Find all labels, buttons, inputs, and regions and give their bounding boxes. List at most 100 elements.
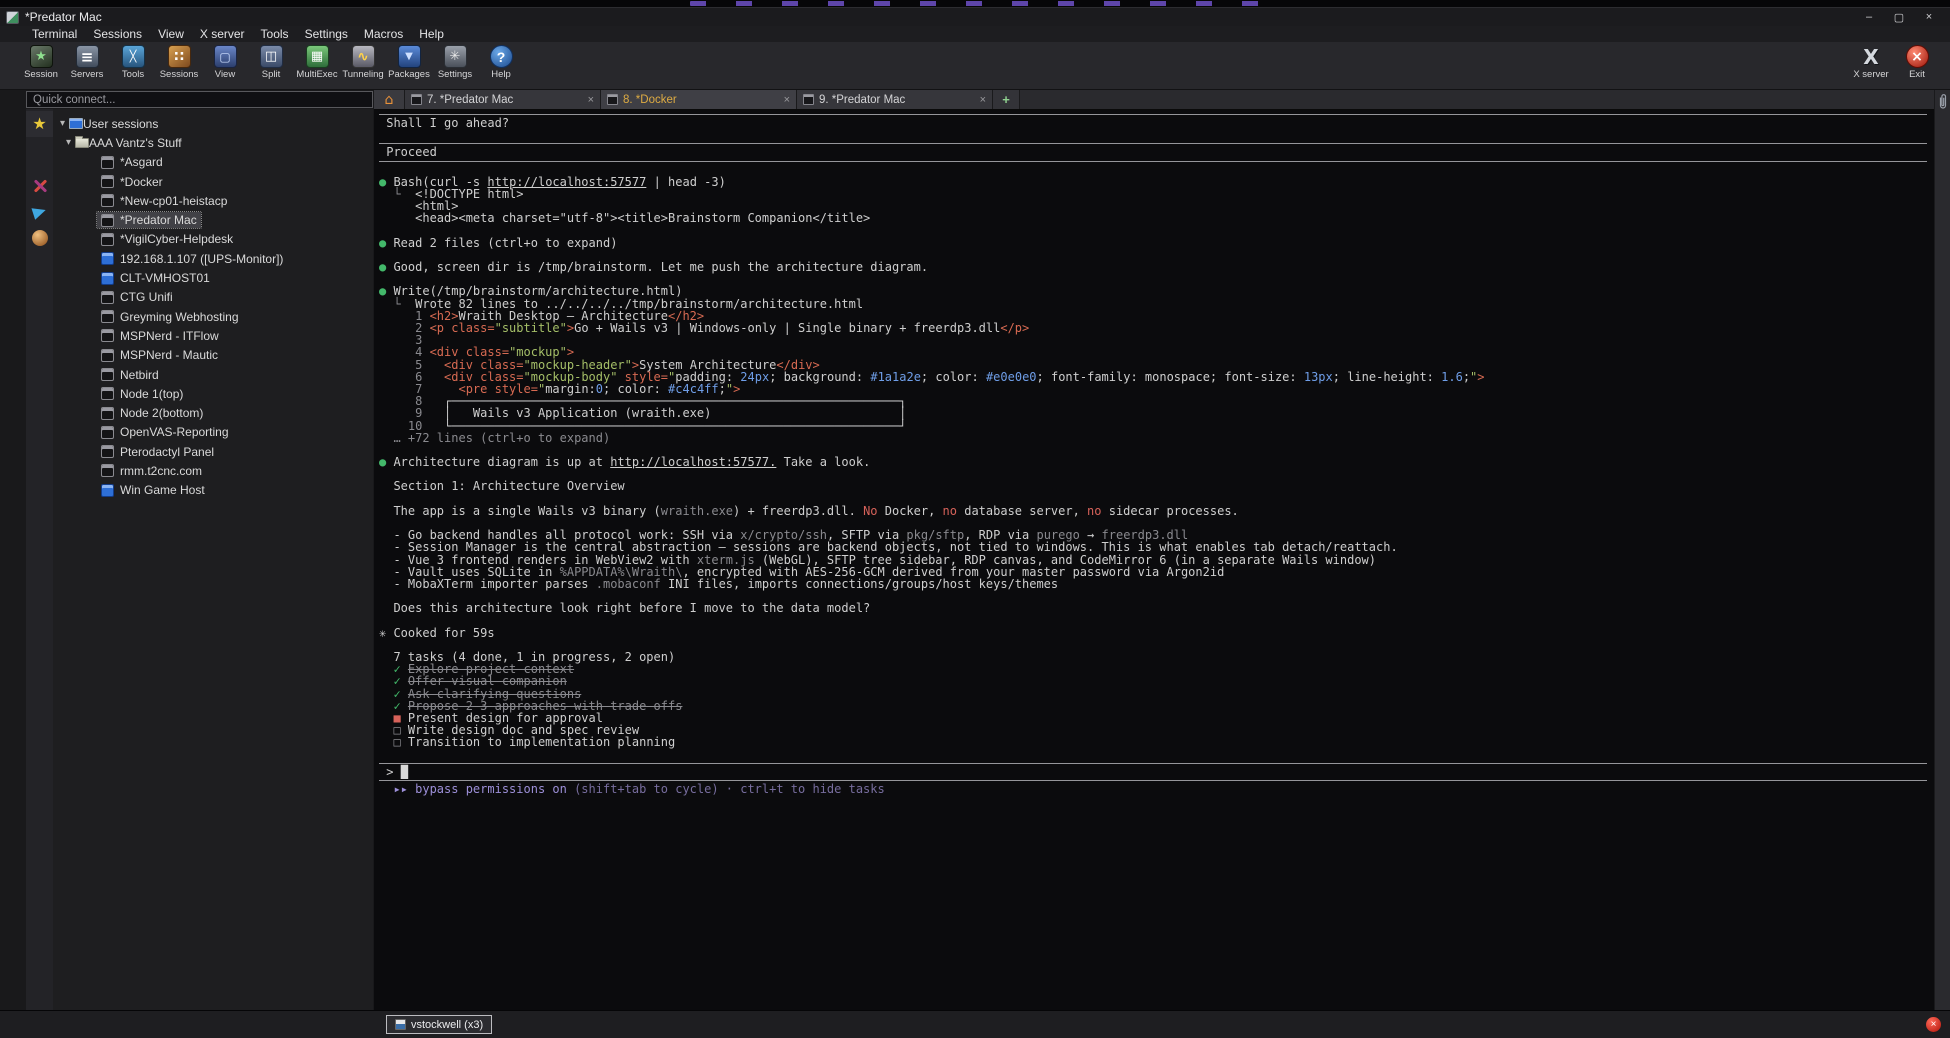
toolbar-x-server-button[interactable]: X server <box>1848 44 1894 80</box>
session-item-clt-vmhost01[interactable]: CLT-VMHOST01 <box>53 268 373 287</box>
toolbar-multiexec-button[interactable]: MultiExec <box>294 44 340 80</box>
close-button[interactable]: × <box>1914 8 1944 26</box>
rail-send-button[interactable] <box>26 199 53 225</box>
toolbar-packages-button[interactable]: Packages <box>386 44 432 80</box>
minimize-button[interactable]: – <box>1854 8 1884 26</box>
terminal-rule <box>379 141 1929 146</box>
menu-item-sessions[interactable]: Sessions <box>85 26 150 42</box>
terminal-session-icon <box>101 368 114 381</box>
toolbar-help-button[interactable]: Help <box>478 44 524 80</box>
maximize-button[interactable]: ▢ <box>1884 8 1914 26</box>
toolbar-servers-button[interactable]: Servers <box>64 44 110 80</box>
menu-item-tools[interactable]: Tools <box>253 26 297 42</box>
rdp-session-icon <box>101 484 114 497</box>
session-item-label: Node 1(top) <box>120 387 183 401</box>
quick-connect-input[interactable] <box>26 91 373 108</box>
terminal-line: 7 tasks (4 done, 1 in progress, 2 open) <box>379 651 1929 663</box>
terminal-rule <box>379 761 1929 766</box>
session-item-openvas-reporting[interactable]: OpenVAS-Reporting <box>53 423 373 442</box>
session-item-rmm-t2cnc-com[interactable]: rmm.t2cnc.com <box>53 461 373 480</box>
terminal-line: 10 └────────────────────────────────────… <box>379 420 1929 432</box>
new-tab-button[interactable]: + <box>993 90 1020 109</box>
attachments-panel[interactable] <box>1934 90 1950 1010</box>
terminal-link[interactable]: http://localhost:57577. <box>610 455 776 469</box>
menu-item-help[interactable]: Help <box>411 26 452 42</box>
session-item-inner: *VigilCyber-Helpdesk <box>97 231 237 247</box>
menu-item-view[interactable]: View <box>150 26 192 42</box>
menu-item-x-server[interactable]: X server <box>192 26 253 42</box>
session-icon <box>30 45 53 68</box>
session-item-mspnerd-itflow[interactable]: MSPNerd - ITFlow <box>53 326 373 345</box>
menu-item-macros[interactable]: Macros <box>356 26 411 42</box>
tree-folder-aaa-vantz-s-stuff[interactable]: AAA Vantz's Stuff <box>53 133 373 152</box>
toolbar-tools-button[interactable]: Tools <box>110 44 156 80</box>
session-item-ctg-unifi[interactable]: CTG Unifi <box>53 288 373 307</box>
terminal-text: no <box>1087 504 1101 518</box>
terminal-line: ✓ Explore project context <box>379 663 1929 675</box>
bottom-bar: vstockwell (x3) <box>0 1010 1950 1038</box>
toolbar-split-button[interactable]: Split <box>248 44 294 80</box>
close-icon[interactable]: × <box>980 94 986 106</box>
terminal-tab-label: 9. *Predator Mac <box>819 94 905 106</box>
toolbar-session-button[interactable]: Session <box>18 44 64 80</box>
toolbar-sessions-button[interactable]: Sessions <box>156 44 202 80</box>
session-item-vigilcyber-helpdesk[interactable]: *VigilCyber-Helpdesk <box>53 230 373 249</box>
menu-item-terminal[interactable]: Terminal <box>24 26 85 42</box>
close-icon[interactable]: × <box>784 94 790 106</box>
toolbar-settings-button[interactable]: Settings <box>432 44 478 80</box>
terminal-line: Does this architecture look right before… <box>379 602 1929 614</box>
terminal-tab-9-predator-mac[interactable]: 9. *Predator Mac × <box>797 90 993 109</box>
session-item-192-168-1-107-ups-monitor[interactable]: 192.168.1.107 ([UPS-Monitor]) <box>53 249 373 268</box>
session-item-inner: Win Game Host <box>97 482 209 498</box>
session-item-new-cp01-heistacp[interactable]: *New-cp01-heistacp <box>53 191 373 210</box>
session-item-netbird[interactable]: Netbird <box>53 365 373 384</box>
session-item-greyming-webhosting[interactable]: Greyming Webhosting <box>53 307 373 326</box>
rail-tools-button[interactable] <box>26 173 53 199</box>
session-item-docker[interactable]: *Docker <box>53 172 373 191</box>
terminal-text: #e0e0e0 <box>986 370 1037 384</box>
session-item-mspnerd-mautic[interactable]: MSPNerd - Mautic <box>53 346 373 365</box>
session-item-label: 192.168.1.107 ([UPS-Monitor]) <box>120 252 283 266</box>
rail-globe-button[interactable] <box>26 225 53 251</box>
terminal-line: The app is a single Wails v3 binary (wra… <box>379 505 1929 517</box>
home-tab[interactable] <box>374 90 405 109</box>
terminal-line: <head><meta charset="utf-8"><title>Brain… <box>379 212 1929 224</box>
terminal-tab-icon <box>411 94 422 105</box>
session-item-node-1-top[interactable]: Node 1(top) <box>53 384 373 403</box>
title-bar[interactable]: *Predator Mac –▢× <box>0 8 1950 26</box>
rail-star-button[interactable] <box>26 111 53 137</box>
session-item-win-game-host[interactable]: Win Game Host <box>53 481 373 500</box>
terminal-line: ● Bash(curl -s http://localhost:57577 | … <box>379 176 1929 188</box>
session-item-asgard[interactable]: *Asgard <box>53 153 373 172</box>
toolbar-exit-button[interactable]: Exit <box>1894 44 1940 80</box>
session-item-label: OpenVAS-Reporting <box>120 425 229 439</box>
terminal-text: Section 1: Architecture Overview <box>379 479 625 493</box>
packages-icon <box>398 45 421 68</box>
taskbar-close-button[interactable] <box>1926 1017 1941 1032</box>
close-icon[interactable]: × <box>588 94 594 106</box>
chevron-down-icon <box>62 137 75 148</box>
terminal-text: ▸▸ bypass permissions on <box>379 782 567 796</box>
terminal[interactable]: Shall I go ahead? Proceed ● Bash(curl -s… <box>374 110 1934 1010</box>
session-item-inner: 192.168.1.107 ([UPS-Monitor]) <box>97 251 287 267</box>
terminal-rule <box>379 778 1929 783</box>
session-item-node-2-bottom[interactable]: Node 2(bottom) <box>53 403 373 422</box>
terminal-session-icon <box>101 214 114 227</box>
terminal-text: █ <box>401 765 408 779</box>
tunneling-icon <box>352 45 375 68</box>
bottom-session-tab[interactable]: vstockwell (x3) <box>386 1015 492 1034</box>
session-item-label: *VigilCyber-Helpdesk <box>120 232 233 246</box>
terminal-line <box>379 749 1929 761</box>
session-item-inner: Greyming Webhosting <box>97 309 243 325</box>
terminal-tab-7-predator-mac[interactable]: 7. *Predator Mac× <box>405 90 601 109</box>
session-item-label: *New-cp01-heistacp <box>120 194 227 208</box>
session-item-pterodactyl-panel[interactable]: Pterodactyl Panel <box>53 442 373 461</box>
terminal-line: └ <!DOCTYPE html> <box>379 188 1929 200</box>
tree-root-user-sessions[interactable]: User sessions <box>53 114 373 133</box>
toolbar-view-button[interactable]: View <box>202 44 248 80</box>
terminal-line: 3 <box>379 334 1929 346</box>
terminal-tab-8-docker[interactable]: 8. *Docker× <box>601 90 797 109</box>
toolbar-tunneling-button[interactable]: Tunneling <box>340 44 386 80</box>
session-item-predator-mac[interactable]: *Predator Mac <box>53 210 373 229</box>
menu-item-settings[interactable]: Settings <box>297 26 356 42</box>
